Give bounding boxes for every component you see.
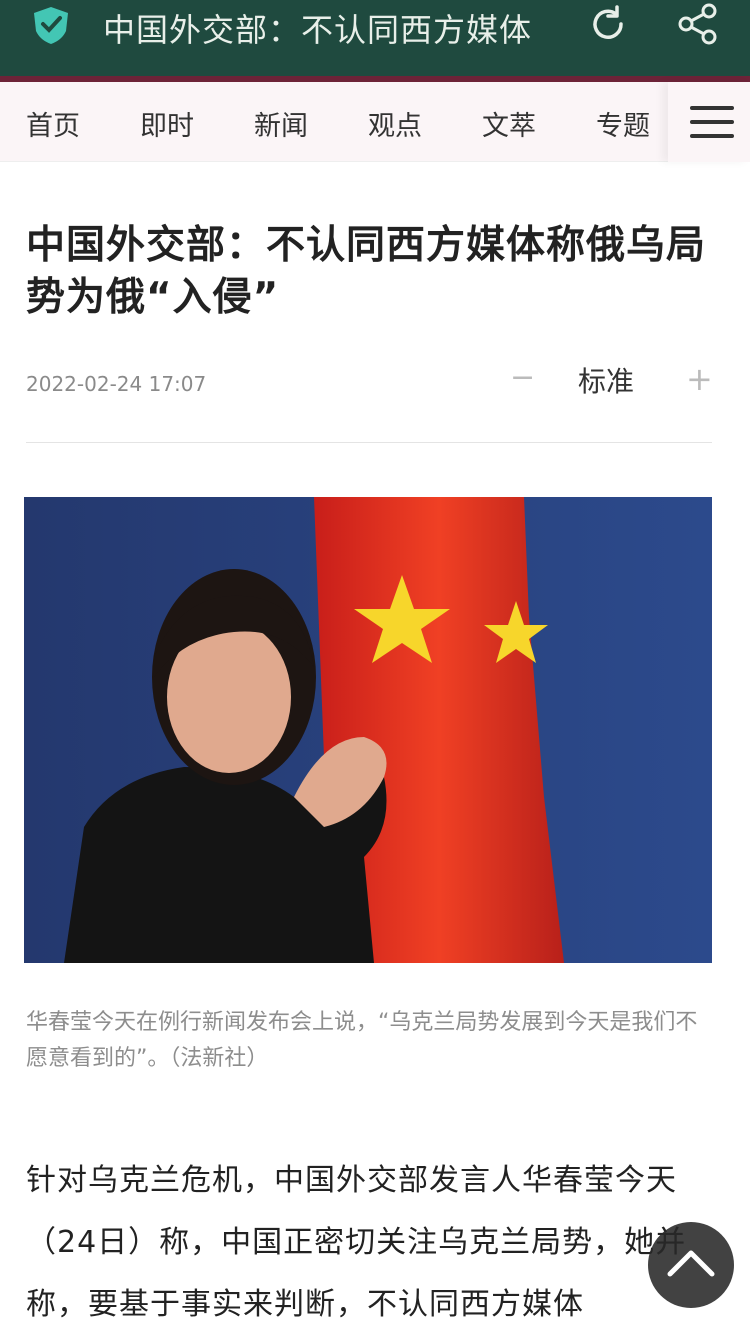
font-size-label: 标准 xyxy=(578,365,635,398)
nav-tab-news[interactable]: 新闻 xyxy=(254,104,308,143)
browser-title: 中国外交部：不认同西方媒体 xyxy=(103,11,533,49)
article-photo xyxy=(24,497,712,963)
reload-icon[interactable] xyxy=(588,4,628,44)
photo-caption: 华春莹今天在例行新闻发布会上说，“乌克兰局势发展到今天是我们不愿意看到的”。（法… xyxy=(26,1010,698,1071)
share-icon[interactable] xyxy=(676,2,720,46)
hamburger-icon[interactable] xyxy=(690,106,734,138)
chevron-up-icon xyxy=(667,1250,715,1277)
shield-icon[interactable] xyxy=(30,5,72,45)
nav-tab-opinion[interactable]: 观点 xyxy=(368,104,422,143)
channel-nav: 首页 即时 新闻 观点 文萃 专题 xyxy=(0,82,750,162)
publish-date: 2022-02-24 17:07 xyxy=(26,372,207,396)
header-divider xyxy=(26,442,712,443)
nav-tab-digest[interactable]: 文萃 xyxy=(482,104,536,143)
nav-tab-instant[interactable]: 即时 xyxy=(140,104,194,143)
nav-tab-home[interactable]: 首页 xyxy=(26,104,80,143)
back-to-top-button[interactable] xyxy=(648,1222,734,1308)
article-headline: 中国外交部：不认同西方媒体称俄乌局势为俄“入侵” xyxy=(26,223,707,320)
article-body: 针对乌克兰危机，中国外交部发言人华春莹今天（24日）称，中国正密切关注乌克兰局势… xyxy=(26,1163,687,1322)
font-increase-button[interactable]: + xyxy=(686,360,713,398)
nav-tab-special[interactable]: 专题 xyxy=(596,104,650,143)
browser-top-bar: 中国外交部：不认同西方媒体 xyxy=(0,0,750,82)
font-decrease-button[interactable]: − xyxy=(510,360,535,395)
